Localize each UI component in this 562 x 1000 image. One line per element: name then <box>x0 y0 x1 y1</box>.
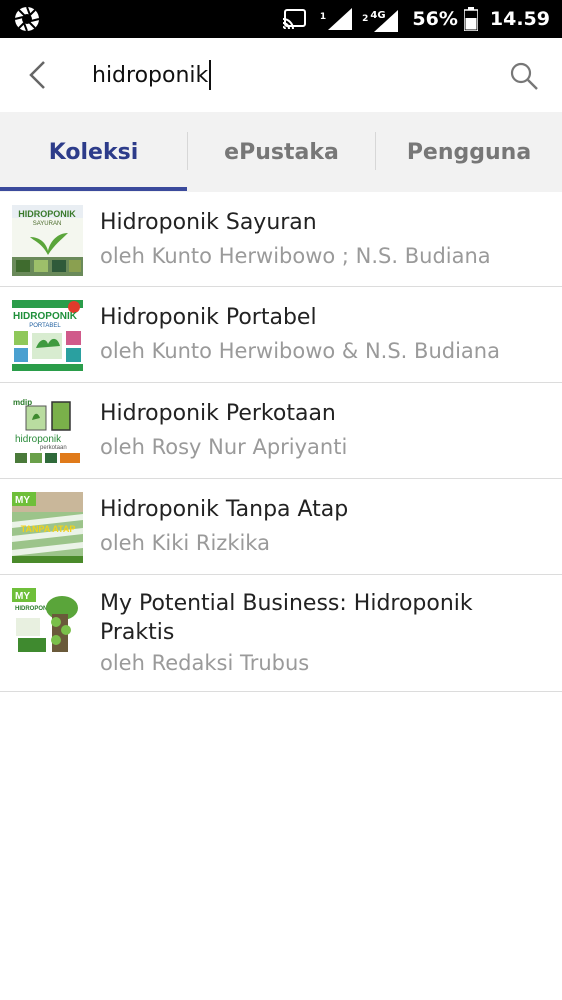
battery-icon <box>463 7 478 31</box>
book-author: oleh Redaksi Trubus <box>100 651 310 675</box>
book-title[interactable]: Hidroponik Tanpa Atap <box>100 495 550 524</box>
book-title[interactable]: My Potential Business: Hidroponik Prakti… <box>100 589 550 647</box>
list-item[interactable]: HIDROPONIK SAYURAN Hidroponik Sayuran ol… <box>0 192 562 287</box>
sim1-label: 1 <box>319 12 327 22</box>
tab-koleksi[interactable]: Koleksi <box>0 112 187 192</box>
book-title[interactable]: Hidroponik Perkotaan <box>100 399 550 428</box>
book-cover-image: mdip hidroponik perkotaan <box>12 396 83 467</box>
book-title[interactable]: Hidroponik Sayuran <box>100 208 550 237</box>
tab-bar: Koleksi ePustaka Pengguna <box>0 112 562 192</box>
cover-title: HIDROPONIK <box>18 209 76 219</box>
book-author: oleh Kiki Rizkika <box>100 531 270 555</box>
svg-text:MY: MY <box>15 591 30 602</box>
list-item[interactable]: mdip hidroponik perkotaan Hidroponik Per… <box>0 383 562 479</box>
svg-text:SAYURAN: SAYURAN <box>33 221 62 227</box>
book-cover-image: HIDROPONIK PORTABEL <box>12 300 83 371</box>
status-bar: 1 2 4G 56% 14.59 <box>0 0 562 38</box>
cast-icon <box>282 8 308 30</box>
aperture-app-icon <box>14 6 40 32</box>
svg-text:perkotaan: perkotaan <box>40 445 67 451</box>
active-tab-indicator <box>0 187 187 191</box>
text-cursor <box>209 60 211 90</box>
signal-icon <box>328 8 353 30</box>
search-icon[interactable] <box>508 60 540 92</box>
tab-pengguna[interactable]: Pengguna <box>376 112 562 192</box>
book-cover-image: HIDROPONIK SAYURAN <box>12 205 83 276</box>
tab-epustaka[interactable]: ePustaka <box>188 112 375 192</box>
book-cover-image: MY HIDROPONIK <box>12 588 83 659</box>
book-author: oleh Kunto Herwibowo & N.S. Budiana <box>100 339 500 363</box>
book-title[interactable]: Hidroponik Portabel <box>100 303 550 332</box>
book-author: oleh Rosy Nur Apriyanti <box>100 435 348 459</box>
list-item[interactable]: MY HIDROPONIK My Potential Business: Hid… <box>0 575 562 692</box>
cover-title: hidroponik <box>15 434 62 445</box>
svg-text:PORTABEL: PORTABEL <box>29 323 61 329</box>
svg-text:MY: MY <box>15 495 30 506</box>
clock: 14.59 <box>489 8 550 30</box>
book-author: oleh Kunto Herwibowo ; N.S. Budiana <box>100 244 491 268</box>
book-cover-image: MY TANPA ATAP <box>12 492 83 563</box>
back-arrow-icon[interactable] <box>22 58 56 92</box>
signal-4g-icon <box>374 10 399 32</box>
search-input[interactable] <box>92 56 472 94</box>
list-item[interactable]: HIDROPONIK PORTABEL Hidroponik Portabel … <box>0 287 562 383</box>
cover-title: HIDROPONIK <box>13 311 78 322</box>
search-results-list: HIDROPONIK SAYURAN Hidroponik Sayuran ol… <box>0 192 562 692</box>
search-bar <box>0 38 562 112</box>
list-item[interactable]: MY TANPA ATAP Hidroponik Tanpa Atap oleh… <box>0 479 562 575</box>
sim2-label: 2 <box>362 14 369 24</box>
cover-title: TANPA ATAP <box>21 524 76 534</box>
battery-percent: 56% <box>412 8 458 30</box>
